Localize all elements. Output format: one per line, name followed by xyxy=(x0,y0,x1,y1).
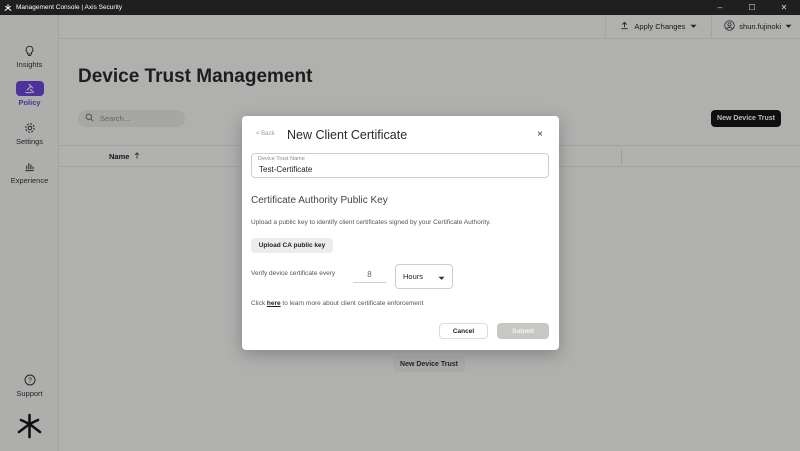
section-title: Certificate Authority Public Key xyxy=(251,195,388,206)
submit-button[interactable]: Submit xyxy=(497,323,549,339)
back-link[interactable]: < Back xyxy=(256,131,275,137)
learn-prefix: Click xyxy=(251,300,267,307)
upload-ca-public-key-button[interactable]: Upload CA public key xyxy=(251,238,333,253)
device-trust-name-input[interactable] xyxy=(259,165,539,174)
interval-unit-value: Hours xyxy=(403,272,424,281)
dialog-title: New Client Certificate xyxy=(287,128,408,142)
app-logo-icon xyxy=(4,3,12,12)
section-description: Upload a public key to identify client c… xyxy=(251,219,491,226)
window-titlebar: Management Console | Axis Security – ☐ ✕ xyxy=(0,0,800,15)
verify-interval-label: Verify device certificate every xyxy=(251,270,336,277)
interval-unit-select[interactable]: Hours xyxy=(395,264,453,289)
field-label: Device Trust Name xyxy=(258,156,305,162)
new-client-certificate-dialog: < Back New Client Certificate × Device T… xyxy=(242,116,559,350)
window-close-button[interactable]: ✕ xyxy=(768,0,800,15)
device-trust-name-field[interactable]: Device Trust Name xyxy=(251,153,549,178)
cancel-button[interactable]: Cancel xyxy=(439,323,488,339)
maximize-button[interactable]: ☐ xyxy=(736,0,768,15)
close-icon[interactable]: × xyxy=(534,128,546,140)
learn-more-link[interactable]: here xyxy=(267,300,281,307)
learn-more-text: Click here to learn more about client ce… xyxy=(251,300,423,307)
chevron-down-icon xyxy=(438,274,445,283)
learn-suffix: to learn more about client certificate e… xyxy=(280,300,424,307)
verify-interval-input[interactable] xyxy=(353,267,386,283)
window-title: Management Console | Axis Security xyxy=(16,4,123,11)
minimize-button[interactable]: – xyxy=(704,0,736,15)
